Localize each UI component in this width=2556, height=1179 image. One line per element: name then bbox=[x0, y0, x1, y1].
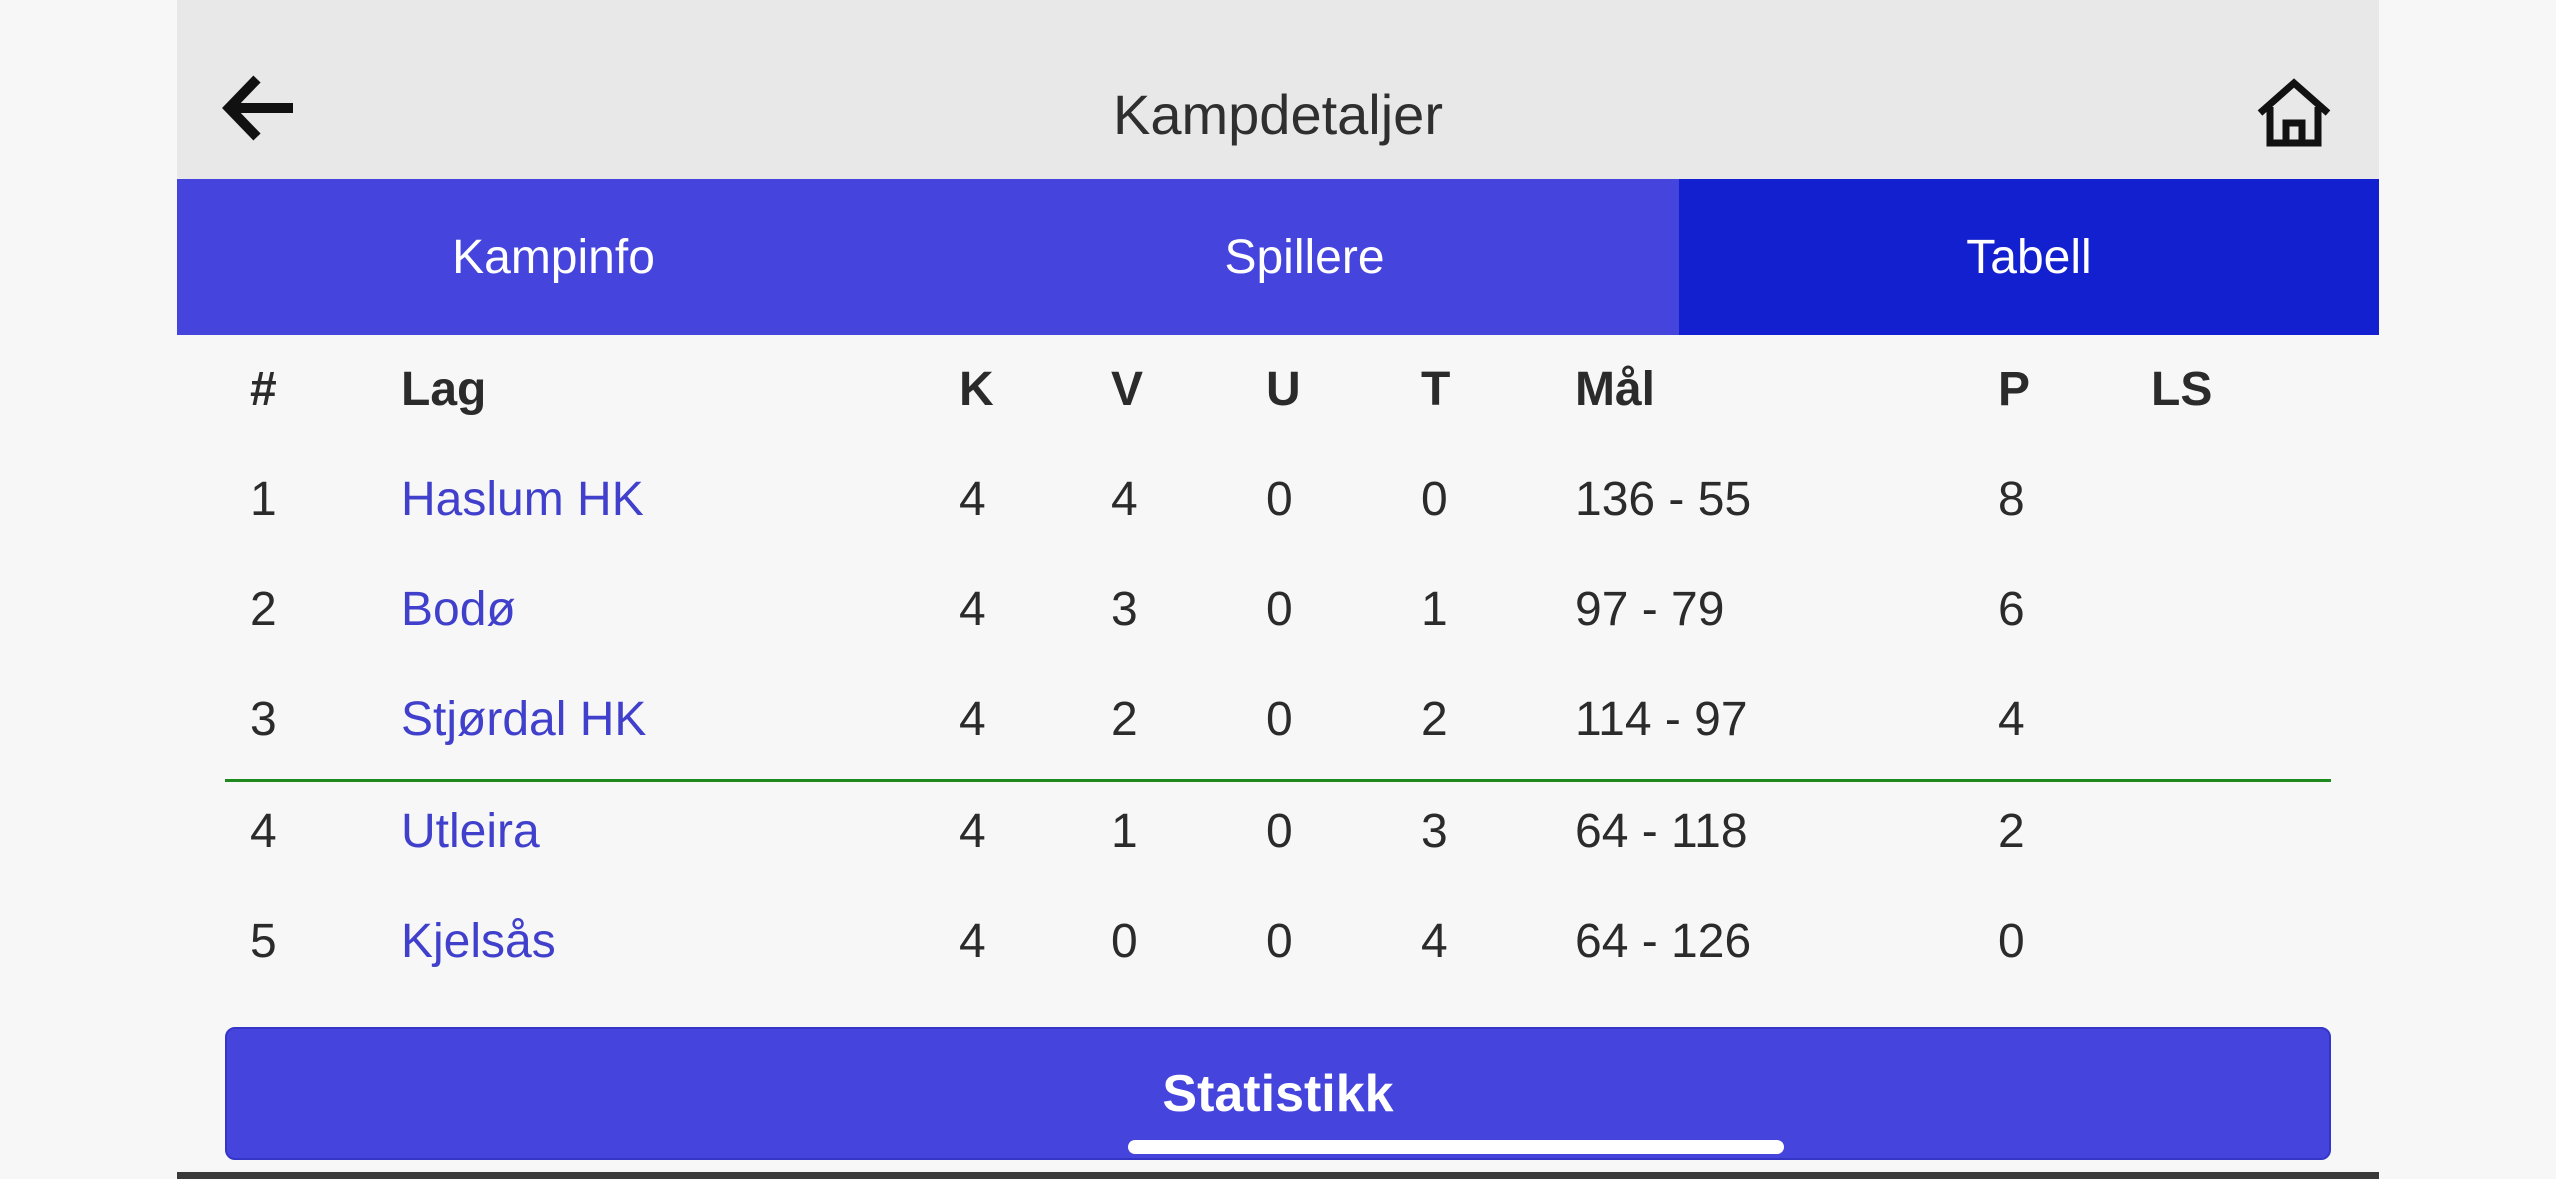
row-played: 4 bbox=[959, 805, 986, 858]
column-header-drawn: U bbox=[1266, 363, 1301, 416]
row-position: 5 bbox=[250, 915, 277, 968]
team-link[interactable]: Stjørdal HK bbox=[401, 665, 646, 775]
app-screen: Kampdetaljer Kampinfo Spillere Tabell # … bbox=[177, 0, 2379, 1179]
row-drawn: 0 bbox=[1266, 583, 1293, 636]
table-header: # Lag K V U T Mål P LS bbox=[177, 335, 2379, 445]
row-goals: 64 - 118 bbox=[1575, 805, 1748, 858]
row-position: 1 bbox=[250, 473, 277, 526]
row-won: 1 bbox=[1111, 805, 1138, 858]
top-bar: Kampdetaljer bbox=[177, 0, 2379, 179]
row-position: 3 bbox=[250, 693, 277, 746]
table-row: 2 Bodø 4 3 0 1 97 - 79 6 bbox=[177, 555, 2379, 665]
table-row: 3 Stjørdal HK 4 2 0 2 114 - 97 4 bbox=[177, 665, 2379, 775]
qualification-divider bbox=[225, 779, 2331, 782]
row-lost: 1 bbox=[1421, 583, 1448, 636]
home-button[interactable] bbox=[2249, 70, 2339, 160]
table-row: 1 Haslum HK 4 4 0 0 136 - 55 8 bbox=[177, 445, 2379, 555]
row-played: 4 bbox=[959, 693, 986, 746]
row-points: 2 bbox=[1998, 805, 2025, 858]
row-drawn: 0 bbox=[1266, 473, 1293, 526]
column-header-won: V bbox=[1111, 363, 1144, 416]
column-header-team: Lag bbox=[401, 363, 487, 416]
row-position: 2 bbox=[250, 583, 277, 636]
team-link[interactable]: Bodø bbox=[401, 555, 516, 665]
page-title: Kampdetaljer bbox=[1113, 83, 1443, 146]
row-lost: 0 bbox=[1421, 473, 1448, 526]
tab-kampinfo[interactable]: Kampinfo bbox=[177, 179, 930, 335]
row-points: 4 bbox=[1998, 693, 2025, 746]
column-header-position: # bbox=[250, 363, 277, 416]
tab-spillere[interactable]: Spillere bbox=[930, 179, 1679, 335]
column-header-played: K bbox=[959, 363, 994, 416]
row-drawn: 0 bbox=[1266, 693, 1293, 746]
row-won: 2 bbox=[1111, 693, 1138, 746]
table-row: 4 Utleira 4 1 0 3 64 - 118 2 bbox=[177, 777, 2379, 887]
column-header-goals: Mål bbox=[1575, 363, 1656, 416]
row-lost: 2 bbox=[1421, 693, 1448, 746]
row-lost: 3 bbox=[1421, 805, 1448, 858]
home-indicator-bar[interactable] bbox=[1128, 1140, 1784, 1154]
row-lost: 4 bbox=[1421, 915, 1448, 968]
row-played: 4 bbox=[959, 915, 986, 968]
row-goals: 97 - 79 bbox=[1575, 583, 1725, 636]
row-drawn: 0 bbox=[1266, 915, 1293, 968]
row-points: 8 bbox=[1998, 473, 2025, 526]
row-played: 4 bbox=[959, 473, 986, 526]
row-goals: 64 - 126 bbox=[1575, 915, 1752, 968]
row-drawn: 0 bbox=[1266, 805, 1293, 858]
table-row: 5 Kjelsås 4 0 0 4 64 - 126 0 bbox=[177, 887, 2379, 997]
team-link[interactable]: Utleira bbox=[401, 777, 540, 887]
row-won: 0 bbox=[1111, 915, 1138, 968]
column-header-points: P bbox=[1998, 363, 2031, 416]
row-points: 0 bbox=[1998, 915, 2025, 968]
column-header-lost: T bbox=[1421, 363, 1451, 416]
row-points: 6 bbox=[1998, 583, 2025, 636]
row-position: 4 bbox=[250, 805, 277, 858]
tab-bar: Kampinfo Spillere Tabell bbox=[177, 179, 2379, 335]
column-header-ls: LS bbox=[2151, 363, 2213, 416]
bottom-edge bbox=[177, 1172, 2379, 1179]
row-goals: 114 - 97 bbox=[1575, 693, 1748, 746]
tab-tabell[interactable]: Tabell bbox=[1679, 179, 2379, 335]
home-icon bbox=[2254, 77, 2334, 154]
team-link[interactable]: Kjelsås bbox=[401, 887, 556, 997]
row-won: 4 bbox=[1111, 473, 1138, 526]
row-played: 4 bbox=[959, 583, 986, 636]
team-link[interactable]: Haslum HK bbox=[401, 445, 644, 555]
row-won: 3 bbox=[1111, 583, 1138, 636]
row-goals: 136 - 55 bbox=[1575, 473, 1752, 526]
